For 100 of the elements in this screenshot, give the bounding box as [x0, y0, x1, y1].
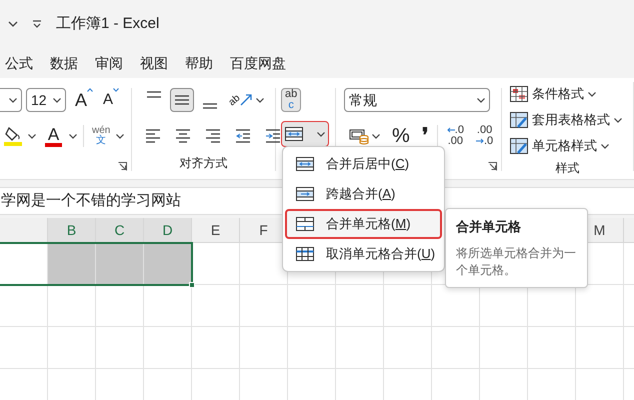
phonetic-guide-button[interactable]: wén 文	[92, 126, 110, 146]
chevron-icon[interactable]	[69, 134, 77, 138]
chevron-icon[interactable]	[317, 132, 325, 136]
left-icon	[145, 127, 161, 145]
chevron-icon[interactable]	[53, 98, 61, 102]
chevron-icon[interactable]	[601, 144, 609, 148]
grid-cell[interactable]	[48, 327, 96, 369]
menu-tab[interactable]: 审阅	[95, 52, 123, 74]
chevron-icon[interactable]	[477, 98, 485, 102]
chevron-icon[interactable]	[372, 134, 380, 138]
wrap-text-button[interactable]: ab c	[281, 88, 302, 112]
table-format-icon	[510, 112, 528, 128]
grid-cell[interactable]	[144, 327, 192, 369]
chevron-icon[interactable]	[588, 92, 596, 96]
percent-button[interactable]: %	[389, 124, 413, 148]
grid-cell[interactable]	[288, 285, 336, 327]
shrink-font-button[interactable]: A	[100, 88, 122, 112]
chevron-icon[interactable]	[256, 98, 264, 102]
grid-cell[interactable]	[96, 285, 144, 327]
merge-unmerge-icon	[296, 247, 314, 261]
grid-cell[interactable]	[384, 285, 432, 327]
font-size-value: 12	[31, 90, 47, 110]
menu-item[interactable]: 取消单元格合并(U)	[285, 239, 442, 269]
font-color-button[interactable]: A	[44, 124, 63, 148]
chevron-icon[interactable]	[116, 134, 124, 138]
menu-tab[interactable]: 公式	[5, 52, 33, 74]
conditional-format-icon	[510, 86, 528, 102]
selected-cell[interactable]	[48, 243, 96, 285]
formula-bar-value[interactable]: 学网是一个不错的学习网站	[1, 190, 181, 212]
chevron-icon[interactable]	[9, 98, 17, 102]
font-name-field[interactable]	[0, 88, 22, 112]
dialog-launcher-icon[interactable]	[488, 162, 497, 171]
grid-cell[interactable]	[96, 327, 144, 369]
menu-item[interactable]: 合并后居中(C)	[285, 149, 442, 179]
caret-icon	[87, 88, 94, 92]
arrow-right-icon	[476, 138, 484, 144]
chevron-icon[interactable]	[8, 21, 18, 27]
number-format-value: 常规	[349, 90, 377, 110]
increase-decimal-button[interactable]: .0 .00	[444, 124, 467, 148]
style-command[interactable]: 套用表格格式	[510, 108, 633, 132]
selected-cell[interactable]	[96, 243, 144, 285]
grid-cell[interactable]	[336, 285, 384, 327]
number-format-field[interactable]: 常规	[344, 88, 490, 112]
cell-format-icon	[510, 138, 528, 154]
comma-button[interactable]: ❜	[418, 124, 431, 148]
caret-icon	[113, 88, 120, 92]
align-middle-button[interactable]	[170, 88, 194, 112]
fill-handle[interactable]	[189, 282, 195, 288]
menu-item[interactable]: 跨越合并(A)	[285, 179, 442, 209]
align-icon	[146, 91, 162, 98]
fill-color-icon[interactable]	[4, 126, 22, 146]
grid-cell[interactable]	[240, 327, 288, 369]
menu-item[interactable]: 合并单元格(M)	[285, 209, 442, 239]
merge-merge-icon	[296, 217, 314, 231]
dialog-launcher-icon[interactable]	[118, 162, 127, 171]
merge-center-icon	[296, 157, 314, 171]
menu-tab[interactable]: 帮助	[185, 52, 213, 74]
window-title: 工作簿1 - Excel	[56, 14, 160, 34]
group-label: 对齐方式	[178, 155, 228, 171]
column-header[interactable]: E	[192, 218, 240, 243]
menu-tab[interactable]: 视图	[140, 52, 168, 74]
arrow-left-icon	[446, 127, 455, 133]
grid-cell[interactable]	[288, 327, 336, 369]
style-command[interactable]: 单元格样式	[510, 134, 633, 158]
chevron-icon[interactable]	[28, 134, 36, 138]
grid-cell[interactable]	[480, 327, 528, 369]
align-icon	[174, 95, 190, 105]
grid-cell[interactable]	[528, 327, 576, 369]
merge-center-icon	[285, 127, 303, 141]
grid-cell[interactable]	[48, 285, 96, 327]
align-icon	[202, 103, 218, 109]
column-header[interactable]: B	[48, 218, 96, 243]
font-size-field[interactable]: 12	[26, 88, 66, 112]
decrease-decimal-button[interactable]: .00 .0	[472, 124, 496, 148]
center-icon	[175, 127, 191, 145]
grid-cell[interactable]	[0, 327, 48, 369]
column-header[interactable]: C	[96, 218, 144, 243]
grid-cell[interactable]	[384, 327, 432, 369]
selected-cell[interactable]	[144, 243, 192, 285]
menu-tab[interactable]: 数据	[50, 52, 78, 74]
orientation-button[interactable]: ab	[226, 88, 268, 112]
right-icon	[205, 127, 221, 145]
style-command[interactable]: 条件格式	[510, 82, 633, 106]
grid-cell[interactable]	[0, 285, 48, 327]
column-header[interactable]: D	[144, 218, 192, 243]
grid-cell[interactable]	[192, 327, 240, 369]
chevron-icon[interactable]	[614, 118, 622, 122]
column-header[interactable]	[0, 218, 48, 243]
orientation-arrow-icon	[240, 94, 252, 106]
merge-across-icon	[296, 187, 314, 201]
grid-cell[interactable]	[240, 285, 288, 327]
customize-icon[interactable]	[32, 20, 42, 28]
grid-cell[interactable]	[336, 327, 384, 369]
grid-cell[interactable]	[432, 327, 480, 369]
grid-cell[interactable]	[576, 327, 624, 369]
menu-tab[interactable]: 百度网盘	[230, 52, 286, 74]
tooltip-title: 合并单元格	[456, 218, 522, 236]
merge-button[interactable]	[281, 121, 329, 147]
tooltip-text: 将所选单元格合并为一个单元格。	[456, 244, 577, 279]
grow-font-button[interactable]: A	[72, 88, 96, 112]
